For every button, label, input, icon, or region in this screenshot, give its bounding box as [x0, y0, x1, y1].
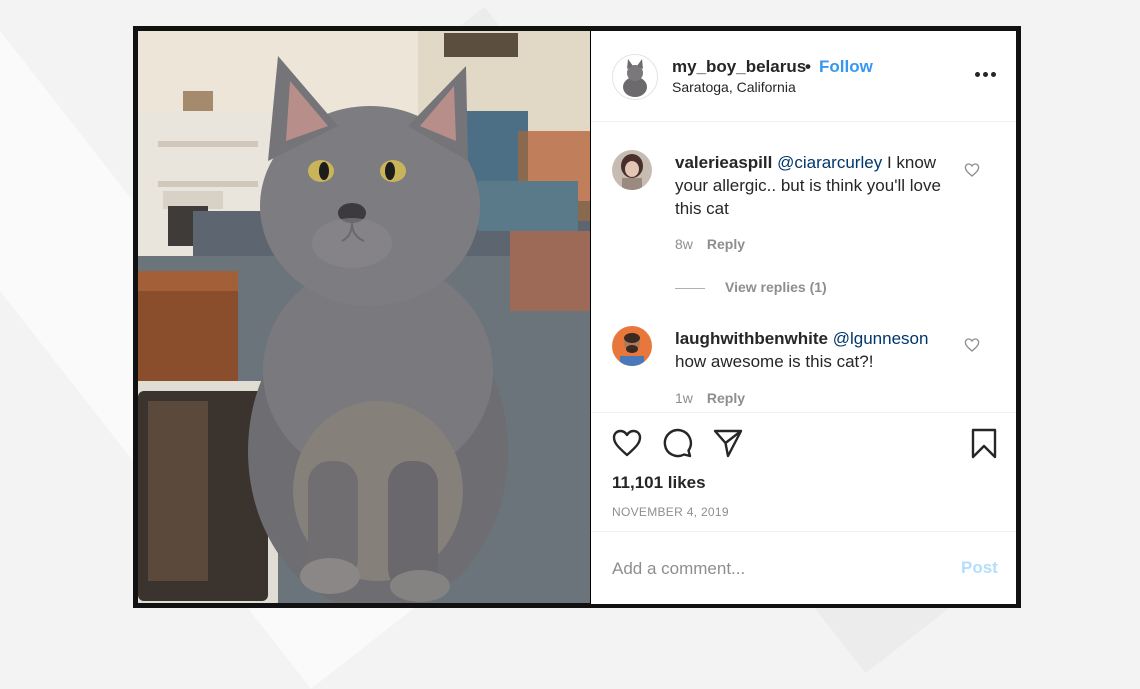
avatar-image — [613, 55, 657, 99]
comment-body: how awesome is this cat?! — [675, 352, 874, 371]
like-comment-heart-icon[interactable] — [964, 337, 980, 353]
comment-mention[interactable]: @ciararcurley — [777, 153, 882, 172]
comment-meta: 1w Reply — [675, 390, 745, 406]
heart-icon[interactable] — [611, 427, 643, 459]
comment-mention[interactable]: @lgunneson — [833, 329, 929, 348]
action-bar: 11,101 likes NOVEMBER 4, 2019 — [591, 412, 1016, 533]
reply-button[interactable]: Reply — [707, 390, 745, 406]
more-options-icon[interactable] — [975, 72, 997, 78]
share-icon[interactable] — [712, 427, 744, 459]
view-replies-button[interactable]: View replies (1) — [675, 279, 827, 295]
reply-button[interactable]: Reply — [707, 236, 745, 252]
commenter-avatar-image — [612, 150, 652, 190]
comment-username[interactable]: laughwithbenwhite — [675, 329, 828, 348]
post-details-panel: my_boy_belarus • Follow Saratoga, Califo… — [591, 31, 1016, 604]
comment-username[interactable]: valerieaspill — [675, 153, 772, 172]
post-date: NOVEMBER 4, 2019 — [612, 505, 729, 519]
comment-age: 1w — [675, 390, 693, 406]
post-location[interactable]: Saratoga, California — [672, 79, 796, 95]
avatar[interactable] — [612, 326, 652, 366]
comment-icon[interactable] — [661, 427, 693, 459]
avatar[interactable] — [612, 54, 658, 100]
post-photo — [138, 31, 590, 603]
cat-photo-image — [138, 31, 590, 603]
post-comment-button[interactable]: Post — [961, 558, 998, 578]
comment-text: laughwithbenwhite @lgunneson how awesome… — [675, 327, 960, 373]
post-header: my_boy_belarus • Follow Saratoga, Califo… — [591, 31, 1016, 122]
comment-text: valerieaspill @ciararcurley I know your … — [675, 151, 960, 220]
replies-divider — [675, 287, 705, 289]
separator-dot: • — [805, 57, 811, 76]
commenter-avatar-image — [612, 326, 652, 366]
view-replies-label: View replies (1) — [725, 279, 827, 295]
add-comment-input[interactable] — [610, 554, 934, 584]
comment-meta: 8w Reply — [675, 236, 745, 252]
follow-button[interactable]: Follow — [819, 57, 873, 77]
likes-count[interactable]: 11,101 likes — [612, 473, 706, 493]
avatar[interactable] — [612, 150, 652, 190]
like-comment-heart-icon[interactable] — [964, 162, 980, 178]
comment-age: 8w — [675, 236, 693, 252]
bookmark-icon[interactable] — [968, 427, 1000, 459]
add-comment-bar: Post — [591, 531, 1016, 605]
post-username[interactable]: my_boy_belarus — [672, 57, 806, 77]
